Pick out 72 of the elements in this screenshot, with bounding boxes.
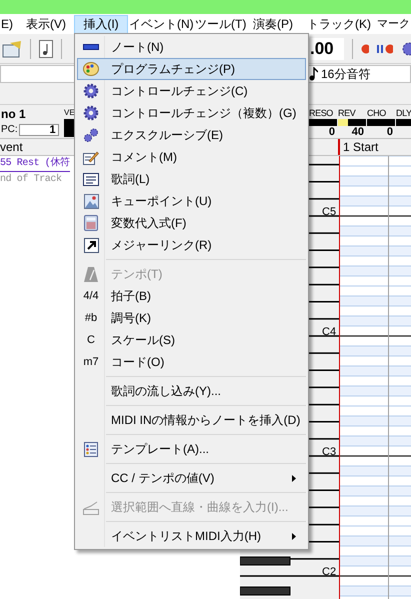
symbol-icon: #b (84, 312, 98, 324)
menu-item[interactable]: テンプレート(A)... (77, 438, 306, 460)
column-header: 1 Start (342, 139, 378, 155)
checklist-icon (84, 442, 98, 456)
metronome-icon (84, 266, 98, 282)
menu-item[interactable]: プログラムチェンジ(P) (77, 58, 306, 80)
symbol-icon: C (87, 334, 95, 346)
eighth-note-icon (309, 67, 318, 81)
menu-item[interactable]: #b 調号(K) (77, 307, 306, 329)
menu-item[interactable]: 歌詞の流し込み(Y)... (77, 380, 306, 402)
gear-icon (83, 105, 99, 121)
palette-icon (83, 62, 99, 76)
menu-item[interactable]: 変数代入式(F) (77, 212, 306, 234)
meter-value: 0 (328, 126, 336, 138)
menu-bar-item[interactable]: 表示(V) (25, 14, 74, 34)
key-label: C4 (322, 329, 336, 336)
menu-item[interactable]: コントロールチェンジ(C) (77, 80, 306, 102)
counter-display: .00 (310, 38, 344, 60)
menu-item[interactable]: エクスクルーシブ(E) (77, 124, 306, 146)
menu-item[interactable]: コントロールチェンジ（複数）(G) (77, 102, 306, 124)
pc-value: 1 (18, 124, 59, 136)
submenu-arrow-icon (292, 474, 296, 482)
meter-label: REV (338, 107, 357, 119)
menu-item[interactable]: キューポイント(U) (77, 190, 306, 212)
menu-bar-item[interactable]: イベント(N) (128, 14, 194, 34)
menu-item[interactable]: イベントリストMIDI入力(H) (77, 525, 306, 547)
menu-bar-item[interactable]: 挿入(I) (74, 14, 128, 34)
menu-item[interactable]: コメント(M) (77, 146, 306, 168)
calculator-icon (84, 215, 98, 231)
menu-item[interactable]: C スケール(S) (77, 329, 306, 351)
menu-item[interactable]: CC / テンポの値(V) (77, 467, 306, 489)
menu-item[interactable]: メジャーリンク(R) (77, 234, 306, 256)
document-icon (2, 40, 22, 58)
symbol-icon: m7 (83, 356, 99, 368)
menu-item[interactable]: 4/4 拍子(B) (77, 285, 306, 307)
meter-label: RESO (309, 107, 334, 119)
menu-item[interactable]: ノート(N) (77, 36, 306, 58)
menu-item[interactable]: m7 コード(O) (77, 351, 306, 373)
menu-item[interactable]: 歌詞(L) (77, 168, 306, 190)
event-row[interactable]: 55 Rest (休符 (0, 156, 70, 172)
gears-icon[interactable] (400, 40, 411, 56)
arrow-icon (84, 238, 98, 252)
menu-bar-item[interactable]: マーク (376, 14, 410, 34)
menu-bar-item[interactable]: ツール(T) (194, 14, 252, 34)
pause-record-icon (377, 44, 393, 54)
menu-bar-item[interactable]: E) (0, 14, 25, 34)
pc-label: PC: (1, 123, 18, 137)
picture-icon (84, 194, 98, 208)
key-label: C2 (322, 569, 336, 576)
gears-icon (83, 128, 99, 142)
record-icon (360, 44, 370, 54)
meter-value: 0 (386, 126, 394, 138)
key-label: C3 (322, 449, 336, 456)
menu-bar-item[interactable]: トラック(K) (306, 14, 376, 34)
text-lines-icon (83, 172, 99, 186)
meter-track (64, 119, 74, 137)
gear-icon (83, 83, 99, 99)
meter-value: 40 (350, 126, 365, 138)
symbol-icon: 4/4 (83, 290, 99, 302)
note-length-value: 16分音符 (321, 66, 370, 83)
column-label: VE (64, 107, 75, 119)
track-name: no 1 (1, 107, 27, 122)
bar-icon (83, 44, 99, 50)
key-label: C5 (322, 209, 336, 216)
menu-bar-item[interactable]: 演奏(P) (252, 14, 306, 34)
curve-icon (83, 499, 99, 515)
pencil-icon (83, 150, 99, 164)
submenu-arrow-icon (292, 532, 296, 540)
music-file-icon (39, 40, 53, 58)
meter-label: CHO (367, 107, 387, 119)
menu-item[interactable]: MIDI INの情報からノートを挿入(D) (77, 409, 306, 431)
column-header: vent (0, 139, 23, 156)
